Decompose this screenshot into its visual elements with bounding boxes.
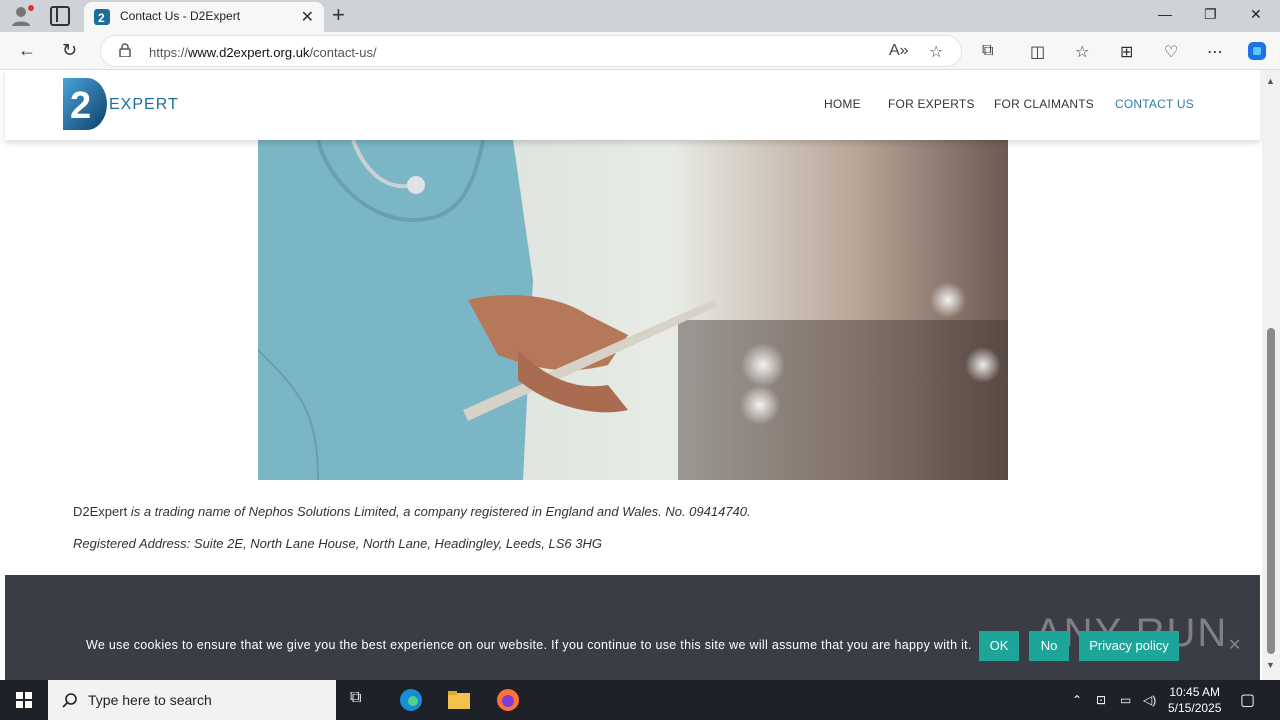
file-explorer-icon[interactable]	[447, 688, 471, 712]
nav-contact-us[interactable]: CONTACT US	[1115, 97, 1194, 111]
logo-wordmark: EXPERT	[109, 96, 179, 113]
browser-toolbar: ← ↻ https://www.d2expert.org.uk/contact-…	[0, 32, 1280, 70]
profile-icon[interactable]	[10, 5, 34, 27]
cookie-ok-button[interactable]: OK	[979, 631, 1019, 661]
page-viewport: 2 EXPERT HOME FOR EXPERTS FOR CLAIMANTS …	[0, 70, 1262, 680]
site-footer: ANY RUN We use cookies to ensure that we…	[5, 575, 1260, 680]
tab-active[interactable]: 2 Contact Us - D2Expert ✕	[84, 2, 324, 32]
page-scrollbar[interactable]: ▲ ▼	[1262, 70, 1280, 680]
lock-icon[interactable]	[119, 43, 131, 57]
more-options-icon[interactable]: ⋯	[1207, 42, 1223, 62]
taskbar-search-box[interactable]: Type here to search	[48, 680, 336, 720]
refresh-icon[interactable]: ↻	[62, 40, 77, 61]
registered-address: Registered Address: Suite 2E, North Lane…	[73, 536, 602, 551]
network-icon[interactable]: ▭	[1120, 693, 1131, 707]
cookie-close-icon[interactable]: ✕	[1228, 635, 1241, 655]
minimize-icon[interactable]: —	[1158, 6, 1172, 22]
favorite-star-icon[interactable]: ☆	[929, 42, 943, 62]
site-header: 2 EXPERT HOME FOR EXPERTS FOR CLAIMANTS …	[5, 70, 1260, 140]
tab-actions-icon[interactable]	[50, 6, 70, 26]
windows-start-icon[interactable]	[16, 692, 32, 708]
nav-home[interactable]: HOME	[824, 97, 861, 111]
tray-chevron-icon[interactable]: ⌃	[1072, 693, 1082, 707]
legal-notice: D2Expert is a trading name of Nephos Sol…	[73, 504, 751, 519]
close-window-icon[interactable]: ✕	[1250, 6, 1262, 23]
task-view-icon[interactable]: ⧉	[350, 689, 361, 707]
split-screen-icon[interactable]: ◫	[1030, 42, 1045, 62]
d2expert-favicon-icon: 2	[94, 9, 110, 25]
cookie-no-button[interactable]: No	[1029, 631, 1069, 661]
new-tab-icon[interactable]: +	[332, 3, 345, 27]
nav-for-claimants[interactable]: FOR CLAIMANTS	[994, 97, 1094, 111]
legal-line1: is a trading name of Nephos Solutions Li…	[127, 504, 751, 519]
search-icon	[62, 693, 77, 708]
nav-for-experts[interactable]: FOR EXPERTS	[888, 97, 975, 111]
cookie-notice-text: We use cookies to ensure that we give yo…	[86, 638, 972, 652]
restore-icon[interactable]: ❐	[1204, 6, 1217, 23]
privacy-policy-button[interactable]: Privacy policy	[1079, 631, 1179, 661]
browser-tab-bar: 2 Contact Us - D2Expert ✕ + — ❐ ✕	[0, 0, 1280, 32]
read-aloud-icon[interactable]: A»	[889, 42, 909, 60]
legal-brand: D2Expert	[73, 504, 128, 519]
tab-close-icon[interactable]: ✕	[301, 7, 314, 27]
logo-mark-icon: 2	[63, 78, 107, 130]
notifications-icon[interactable]: ▢	[1240, 690, 1255, 710]
taskbar-clock[interactable]: 10:45 AM 5/15/2025	[1168, 684, 1221, 716]
scroll-up-icon[interactable]: ▲	[1266, 76, 1275, 86]
firefox-icon[interactable]	[496, 688, 520, 712]
scroll-down-icon[interactable]: ▼	[1266, 660, 1275, 670]
scroll-thumb[interactable]	[1267, 328, 1275, 654]
search-placeholder: Type here to search	[88, 692, 212, 708]
svg-text:2: 2	[70, 85, 91, 127]
copilot-icon[interactable]	[1246, 40, 1268, 62]
tab-title: Contact Us - D2Expert	[120, 9, 241, 23]
clock-date: 5/15/2025	[1168, 701, 1222, 715]
url-text[interactable]: https://www.d2expert.org.uk/contact-us/	[149, 45, 377, 60]
clock-time: 10:45 AM	[1169, 685, 1221, 699]
edge-icon[interactable]	[399, 688, 423, 712]
extensions-icon[interactable]: ⧉	[982, 42, 993, 60]
volume-icon[interactable]: ◁)	[1143, 693, 1156, 707]
collections-icon[interactable]: ⊞	[1120, 42, 1133, 62]
d2expert-logo[interactable]: 2 EXPERT	[63, 78, 183, 132]
svg-text:2: 2	[98, 11, 105, 25]
favorites-icon[interactable]: ☆	[1075, 42, 1089, 62]
browser-essentials-icon[interactable]: ♡	[1164, 42, 1178, 62]
windows-taskbar: Type here to search ⧉ ⌃ ⊡ ▭ ◁) 10:45 AM …	[0, 680, 1280, 720]
meet-now-icon[interactable]: ⊡	[1096, 693, 1106, 707]
hero-image	[258, 140, 1008, 480]
back-icon[interactable]: ←	[18, 40, 36, 61]
address-bar[interactable]: https://www.d2expert.org.uk/contact-us/ …	[100, 35, 962, 67]
